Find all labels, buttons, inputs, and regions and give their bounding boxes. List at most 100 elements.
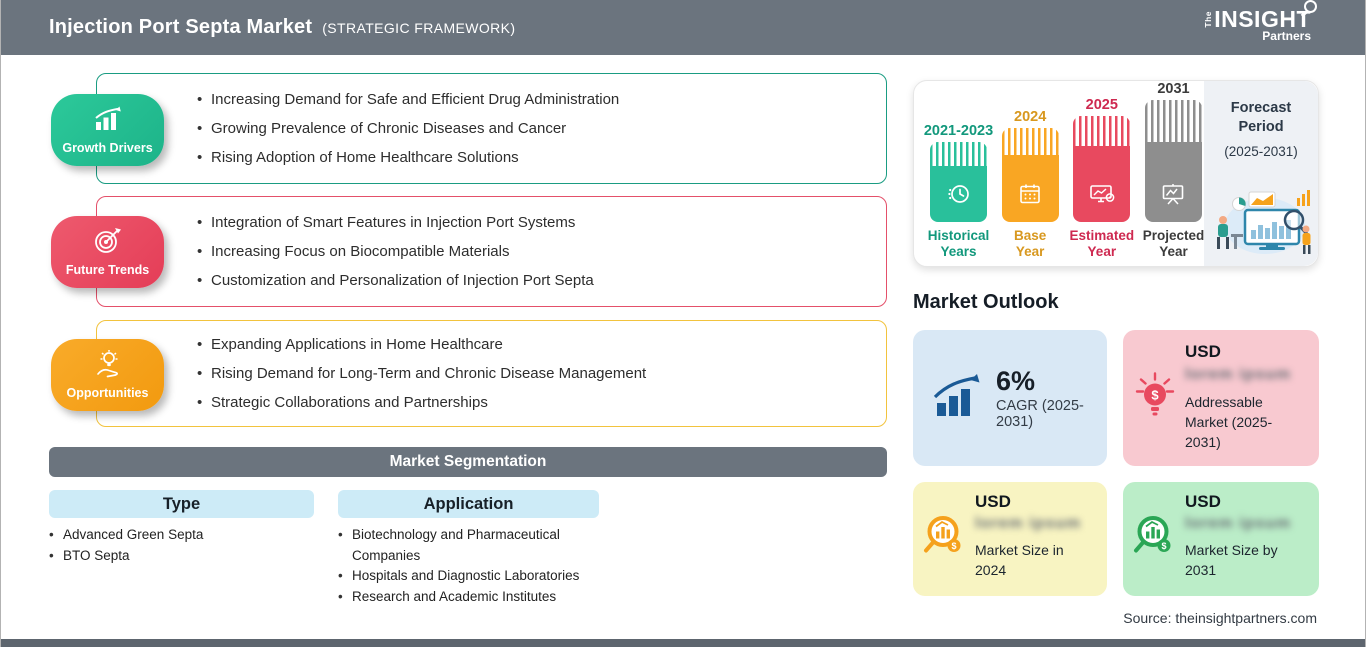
bar-body bbox=[1073, 146, 1131, 222]
bar bbox=[1001, 128, 1059, 222]
bar-year-label: 2021-2023 bbox=[923, 123, 994, 139]
market-size-2024-card: $ USD lorem ipsum Market Size in 2024 bbox=[913, 482, 1107, 596]
clock-history-icon bbox=[946, 182, 972, 211]
bar-striped-cap bbox=[930, 142, 987, 166]
forecast-timeline-card: 2021-2023 Historical Years 2024 Base Yea… bbox=[913, 80, 1319, 267]
bar-body bbox=[930, 166, 987, 222]
dollar-lightbulb-icon: $ bbox=[1133, 370, 1177, 427]
opportunities-list: Expanding Applications in Home Healthcar… bbox=[97, 321, 886, 426]
list-item: Advanced Green Septa bbox=[49, 525, 319, 546]
bar-year-label: 2031 bbox=[1157, 81, 1190, 97]
card-label: Market Size by 2031 bbox=[1185, 542, 1278, 578]
svg-text:$: $ bbox=[951, 541, 956, 551]
bar-body bbox=[1144, 142, 1202, 222]
bar-striped-cap bbox=[1001, 128, 1059, 155]
segment-type-list: Advanced Green Septa BTO Septa bbox=[49, 525, 319, 566]
svg-text:$: $ bbox=[1161, 541, 1166, 551]
masked-value: lorem ipsum bbox=[1185, 515, 1292, 532]
timeline-bars: 2021-2023 Historical Years 2024 Base Yea… bbox=[924, 81, 1205, 264]
list-item: Hospitals and Diagnostic Laboratories bbox=[338, 566, 606, 587]
estimated-year-bar: 2025 Estimated Year bbox=[1070, 97, 1135, 264]
page-title: Injection Port Septa Market bbox=[49, 16, 313, 38]
footer-bar bbox=[1, 639, 1365, 647]
list-item: Integration of Smart Features in Injecti… bbox=[197, 214, 862, 231]
bar-year-label: 2024 bbox=[1014, 109, 1047, 125]
segment-application-list: Biotechnology and Pharmaceutical Compani… bbox=[338, 525, 606, 607]
badge-label: Growth Drivers bbox=[62, 140, 153, 155]
base-year-bar: 2024 Base Year bbox=[1001, 109, 1059, 264]
future-trends-list: Integration of Smart Features in Injecti… bbox=[97, 197, 886, 306]
page-subtitle: (STRATEGIC FRAMEWORK) bbox=[322, 19, 516, 36]
currency-label: USD bbox=[1185, 342, 1221, 361]
list-item: Strategic Collaborations and Partnership… bbox=[197, 394, 862, 411]
growth-drivers-box: Increasing Demand for Safe and Efficient… bbox=[96, 73, 887, 184]
segmentation-title: Market Segmentation bbox=[389, 453, 547, 470]
insight-partners-logo: The INSIGHT Partners bbox=[1203, 0, 1317, 43]
logo-main: The INSIGHT bbox=[1203, 0, 1317, 31]
masked-value: lorem ipsum bbox=[1185, 366, 1292, 383]
bar-year-label: 2025 bbox=[1085, 97, 1118, 113]
growth-chart-icon bbox=[91, 106, 125, 138]
list-item: Rising Demand for Long-Term and Chronic … bbox=[197, 365, 862, 382]
cagr-card: 6% CAGR (2025-2031) bbox=[913, 330, 1107, 466]
growth-drivers-badge: Growth Drivers bbox=[51, 94, 164, 166]
list-item: BTO Septa bbox=[49, 546, 319, 567]
magnifier-icon bbox=[1304, 0, 1317, 13]
cagr-text: 6% CAGR (2025-2031) bbox=[996, 366, 1107, 430]
addressable-market-card: $ USD lorem ipsum Addressable Market (20… bbox=[1123, 330, 1319, 466]
forecast-period-range: (2025-2031) bbox=[1224, 144, 1298, 159]
bar-label: Base Year bbox=[1014, 228, 1047, 259]
infographic-page: Injection Port Septa Market (STRATEGIC F… bbox=[0, 0, 1366, 647]
forecast-period-panel: Forecast Period (2025-2031) bbox=[1204, 81, 1318, 266]
market-size-2031-card: $ USD lorem ipsum Market Size by 2031 bbox=[1123, 482, 1319, 596]
segment-application-header: Application bbox=[338, 490, 599, 518]
logo-insight: INSIGHT bbox=[1214, 0, 1317, 31]
list-item: Biotechnology and Pharmaceutical Compani… bbox=[338, 525, 606, 566]
bar-label: Projected Year bbox=[1142, 228, 1205, 259]
cagr-value: 6% bbox=[996, 366, 1036, 396]
list-item: Increasing Focus on Biocompatible Materi… bbox=[197, 243, 862, 260]
market-outlook-title: Market Outlook bbox=[913, 291, 1059, 313]
calendar-icon bbox=[1017, 182, 1043, 211]
future-trends-badge: Future Trends bbox=[51, 216, 164, 288]
opportunities-box: Expanding Applications in Home Healthcar… bbox=[96, 320, 887, 427]
presentation-chart-icon bbox=[1160, 182, 1186, 211]
logo-the: The bbox=[1203, 11, 1214, 28]
list-item: Rising Adoption of Home Healthcare Solut… bbox=[197, 149, 862, 166]
header-bar: Injection Port Septa Market (STRATEGIC F… bbox=[1, 0, 1365, 55]
monitor-analytics-icon bbox=[1088, 182, 1116, 211]
growth-drivers-list: Increasing Demand for Safe and Efficient… bbox=[97, 74, 886, 183]
target-icon bbox=[93, 227, 123, 260]
projected-year-bar: 2031 Projected Year bbox=[1142, 81, 1205, 264]
badge-label: Future Trends bbox=[65, 263, 150, 277]
source-text: Source: theinsightpartners.com bbox=[1123, 610, 1317, 626]
forecast-period-title: Forecast Period bbox=[1230, 100, 1292, 135]
market-segmentation-bar: Market Segmentation bbox=[49, 447, 887, 477]
magnifier-chart-icon: $ bbox=[1131, 513, 1181, 566]
growth-bars-icon bbox=[931, 373, 983, 424]
segment-type-header: Type bbox=[49, 490, 314, 518]
list-item: Customization and Personalization of Inj… bbox=[197, 272, 862, 289]
bar bbox=[1144, 100, 1202, 222]
bar-striped-cap bbox=[1144, 100, 1202, 142]
analytics-illustration bbox=[1209, 182, 1313, 261]
bar bbox=[1073, 116, 1131, 222]
list-item: Growing Prevalence of Chronic Diseases a… bbox=[197, 120, 862, 137]
bar-label: Estimated Year bbox=[1069, 228, 1135, 259]
currency-label: USD bbox=[1185, 492, 1221, 511]
bar-body bbox=[1001, 155, 1059, 222]
svg-text:$: $ bbox=[1151, 388, 1159, 403]
cagr-label: CAGR (2025-2031) bbox=[996, 398, 1084, 430]
currency-label: USD bbox=[975, 492, 1011, 511]
badge-label: Opportunities bbox=[66, 386, 149, 400]
hand-lightbulb-icon bbox=[92, 350, 124, 383]
list-item: Increasing Demand for Safe and Efficient… bbox=[197, 91, 862, 108]
bar-label: Historical Years bbox=[927, 228, 990, 259]
card-label: Addressable Market (2025-2031) bbox=[1185, 394, 1273, 450]
masked-value: lorem ipsum bbox=[975, 515, 1082, 532]
opportunities-badge: Opportunities bbox=[51, 339, 164, 411]
magnifier-chart-icon: $ bbox=[921, 513, 971, 566]
card-label: Market Size in 2024 bbox=[975, 542, 1064, 578]
list-item: Research and Academic Institutes bbox=[338, 587, 606, 608]
historical-years-bar: 2021-2023 Historical Years bbox=[924, 123, 993, 264]
